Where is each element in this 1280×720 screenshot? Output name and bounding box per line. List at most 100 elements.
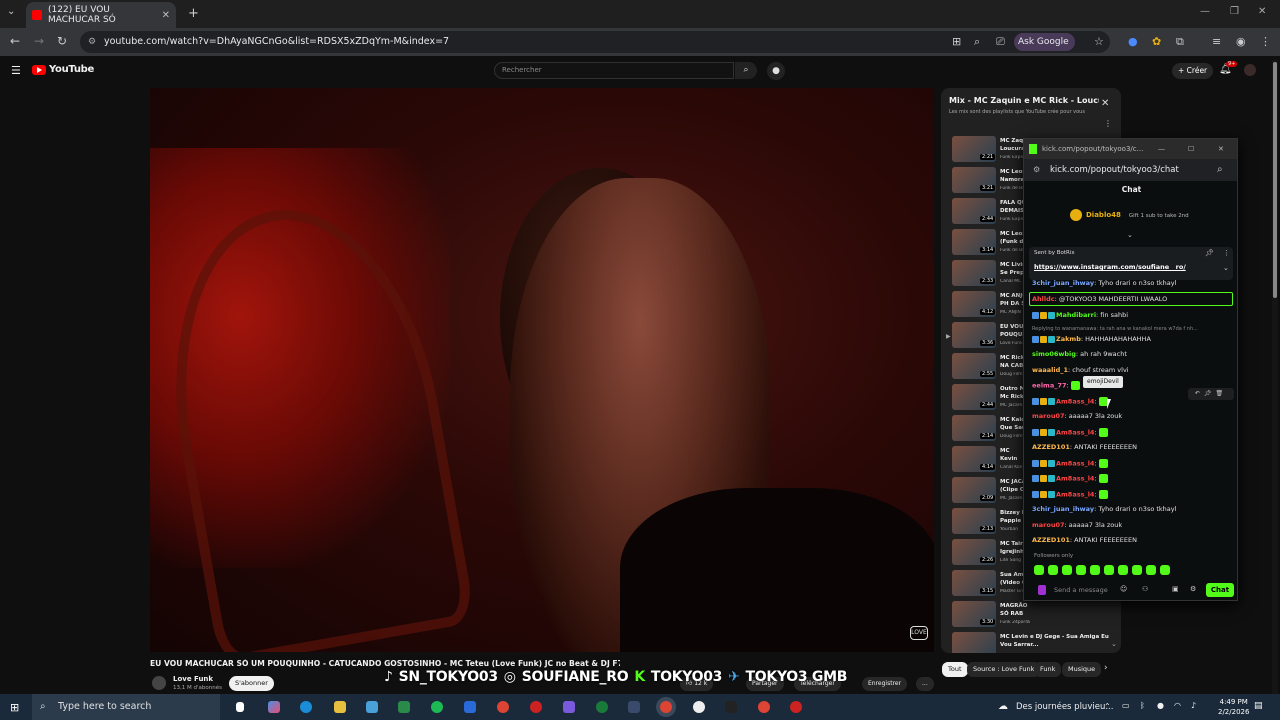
spotify-icon[interactable] bbox=[431, 701, 443, 713]
notification-center-icon[interactable]: ▤ bbox=[1254, 701, 1263, 711]
forward-icon[interactable]: → bbox=[34, 34, 44, 48]
chat-message[interactable]: 3chir_juan_ihway: Tyho drari o n3so tkha… bbox=[1032, 279, 1232, 287]
taskbar-news-widget[interactable]: Des journées pluvieu... bbox=[1016, 694, 1113, 720]
emote-icon[interactable] bbox=[1048, 565, 1058, 575]
hamburger-menu-icon[interactable]: ☰ bbox=[11, 64, 21, 77]
file-explorer-icon[interactable] bbox=[334, 701, 346, 713]
emote-icon[interactable] bbox=[1062, 565, 1072, 575]
back-icon[interactable]: ← bbox=[10, 34, 20, 48]
mail-icon[interactable] bbox=[464, 701, 476, 713]
mic-tray-icon[interactable]: ● bbox=[1157, 701, 1164, 710]
kick-window-titlebar[interactable]: kick.com/popout/tokyoo3/c... — ☐ ✕ bbox=[1024, 139, 1237, 159]
emote-icon[interactable] bbox=[1160, 565, 1170, 575]
emote-icon[interactable] bbox=[1146, 565, 1156, 575]
channel-name[interactable]: Love Funk bbox=[173, 675, 213, 683]
chat-username[interactable]: Am8ass_l4 bbox=[1056, 460, 1094, 468]
emote-icon[interactable] bbox=[1076, 565, 1086, 575]
app-red2-icon[interactable] bbox=[790, 701, 802, 713]
chat-settings-icon[interactable]: ⚙ bbox=[1190, 585, 1196, 593]
search-icon[interactable]: ⌕ bbox=[735, 62, 757, 79]
chat-username[interactable]: waaalid_1 bbox=[1032, 366, 1068, 374]
channel-avatar[interactable] bbox=[152, 676, 166, 690]
emote-icon[interactable] bbox=[1104, 565, 1114, 575]
chat-message[interactable]: Ahlldc: @TOKYOO3 MAHDEERTII LWAALO bbox=[1032, 295, 1232, 303]
chat-tools-icon[interactable]: ⚇ bbox=[1142, 585, 1148, 593]
chat-message[interactable]: Am8ass_l4: bbox=[1032, 490, 1232, 499]
account-avatar[interactable] bbox=[1244, 64, 1256, 76]
reload-icon[interactable]: ↻ bbox=[57, 34, 67, 48]
kick-minimize-icon[interactable]: — bbox=[1158, 139, 1165, 159]
bookmark-star-icon[interactable]: ☆ bbox=[1094, 35, 1104, 48]
media-controls-icon[interactable]: ≡ bbox=[1212, 35, 1221, 48]
chips-next-icon[interactable]: › bbox=[1104, 663, 1108, 673]
profile-avatar-icon[interactable]: ◉ bbox=[1236, 35, 1246, 48]
chip-source-love-funk[interactable]: Source : Love Funk bbox=[967, 662, 1041, 677]
pinned-instagram-link[interactable]: https://www.instagram.com/soufiane__ro/ bbox=[1034, 263, 1186, 271]
chat-username[interactable]: AZZED101 bbox=[1032, 536, 1070, 544]
app-green-icon[interactable] bbox=[596, 701, 608, 713]
chat-message[interactable]: marou07: aaaaa7 3la zouk bbox=[1032, 521, 1232, 529]
taskbar-clock[interactable]: 4:49 PM 2/2/2026 bbox=[1218, 697, 1249, 717]
edge-icon[interactable] bbox=[300, 701, 312, 713]
kick-site-info-icon[interactable]: ⚙ bbox=[1033, 159, 1040, 181]
cast-icon[interactable]: ⎚ bbox=[996, 35, 1005, 49]
close-window-icon[interactable]: ✕ bbox=[1258, 6, 1266, 17]
chat-message[interactable]: AZZED101: ANTAKI FEEEEEEEN bbox=[1032, 443, 1232, 451]
zoom-icon[interactable]: ⌕ bbox=[974, 35, 980, 49]
microphone-icon[interactable]: ● bbox=[767, 62, 785, 80]
chat-username[interactable]: Am8ass_l4 bbox=[1056, 429, 1094, 437]
extension-shield-icon[interactable]: ● bbox=[1128, 35, 1138, 48]
playlist-item[interactable]: MC Levin e DJ Gege - Sua Amiga Eu Vou Sa… bbox=[952, 632, 1121, 653]
more-actions-button[interactable]: ... bbox=[916, 677, 934, 691]
chat-message[interactable]: Zakmb: HAHHAHAHAHAHHA bbox=[1032, 335, 1232, 343]
playlist-expand-icon[interactable]: ⌄ bbox=[1111, 640, 1117, 648]
message-actions-toolbar[interactable]: ↶📌︎🗑︎ bbox=[1188, 388, 1234, 400]
emoji-picker-icon[interactable]: ☺ bbox=[1120, 585, 1127, 593]
pinned-more-icon[interactable]: ⋮ bbox=[1223, 249, 1230, 257]
extensions-puzzle-icon[interactable]: ⧉ bbox=[1176, 35, 1184, 49]
chat-username[interactable]: AZZED101 bbox=[1032, 443, 1070, 451]
browser-tab-youtube[interactable]: (122) EU VOU MACHUCAR SÓ ✕ bbox=[26, 2, 176, 28]
new-tab-button[interactable]: + bbox=[188, 6, 199, 21]
chrome-icon[interactable] bbox=[497, 701, 509, 713]
chrome-active-icon[interactable] bbox=[660, 701, 672, 713]
site-info-icon[interactable]: ⚙ bbox=[88, 31, 96, 53]
network-icon[interactable]: ▭ bbox=[1122, 701, 1130, 710]
chat-username[interactable]: 3chir_juan_ihway bbox=[1032, 505, 1094, 513]
chat-message[interactable]: Mahdibarri: fin sahbi bbox=[1032, 311, 1232, 319]
chip-music[interactable]: Musique bbox=[1062, 662, 1102, 677]
discord-icon[interactable] bbox=[563, 701, 575, 713]
chip-all[interactable]: Tout bbox=[942, 662, 968, 677]
windows-start-icon[interactable]: ⊞ bbox=[10, 701, 19, 714]
chat-username[interactable]: marou07 bbox=[1032, 412, 1065, 420]
chat-message[interactable]: 3chir_juan_ihway: Tyho drari o n3so tkha… bbox=[1032, 505, 1232, 513]
taskbar-search-input[interactable]: ⌕ Type here to search bbox=[32, 694, 220, 720]
kick-mic-icon[interactable] bbox=[1038, 585, 1046, 595]
page-scrollbar-thumb[interactable] bbox=[1273, 62, 1277, 298]
pinned-expand-icon[interactable]: ⌄ bbox=[1223, 264, 1229, 272]
tray-up-icon[interactable]: ⌃ bbox=[1104, 702, 1111, 711]
youtube-logo[interactable]: YouTube bbox=[32, 64, 94, 75]
minimize-icon[interactable]: — bbox=[1200, 6, 1210, 17]
kick-address-bar[interactable]: ⚙ kick.com/popout/tokyoo3/chat ⌕ bbox=[1024, 159, 1237, 181]
chat-message[interactable]: marou07: aaaaa7 3la zouk bbox=[1032, 412, 1232, 420]
tab-list-icon[interactable]: ⌄ bbox=[7, 6, 15, 17]
send-chat-button[interactable]: Chat bbox=[1206, 583, 1234, 597]
wifi-icon[interactable]: ◠ bbox=[1174, 701, 1181, 710]
subscribe-button[interactable]: S'abonner bbox=[229, 676, 274, 691]
gift-icon[interactable]: ▣ bbox=[1172, 585, 1179, 593]
send-message-input[interactable]: Send a message bbox=[1034, 583, 1132, 597]
app-red-icon[interactable] bbox=[530, 701, 542, 713]
kick-maximize-icon[interactable]: ☐ bbox=[1188, 139, 1194, 159]
translate-icon[interactable]: ⊞ bbox=[952, 35, 961, 48]
save-button[interactable]: Enregistrer bbox=[862, 677, 908, 691]
ask-google-button[interactable]: Ask Google bbox=[1014, 33, 1075, 51]
playlist-close-icon[interactable]: ✕ bbox=[1101, 98, 1109, 109]
app-white-icon[interactable] bbox=[693, 701, 705, 713]
emote-icon[interactable] bbox=[1034, 565, 1044, 575]
playlist-thumbnail[interactable] bbox=[952, 632, 996, 653]
chat-username[interactable]: Zakmb bbox=[1056, 335, 1081, 343]
chip-funk[interactable]: Funk bbox=[1034, 662, 1062, 677]
emote-icon[interactable] bbox=[1090, 565, 1100, 575]
kick-close-icon[interactable]: ✕ bbox=[1218, 139, 1224, 159]
